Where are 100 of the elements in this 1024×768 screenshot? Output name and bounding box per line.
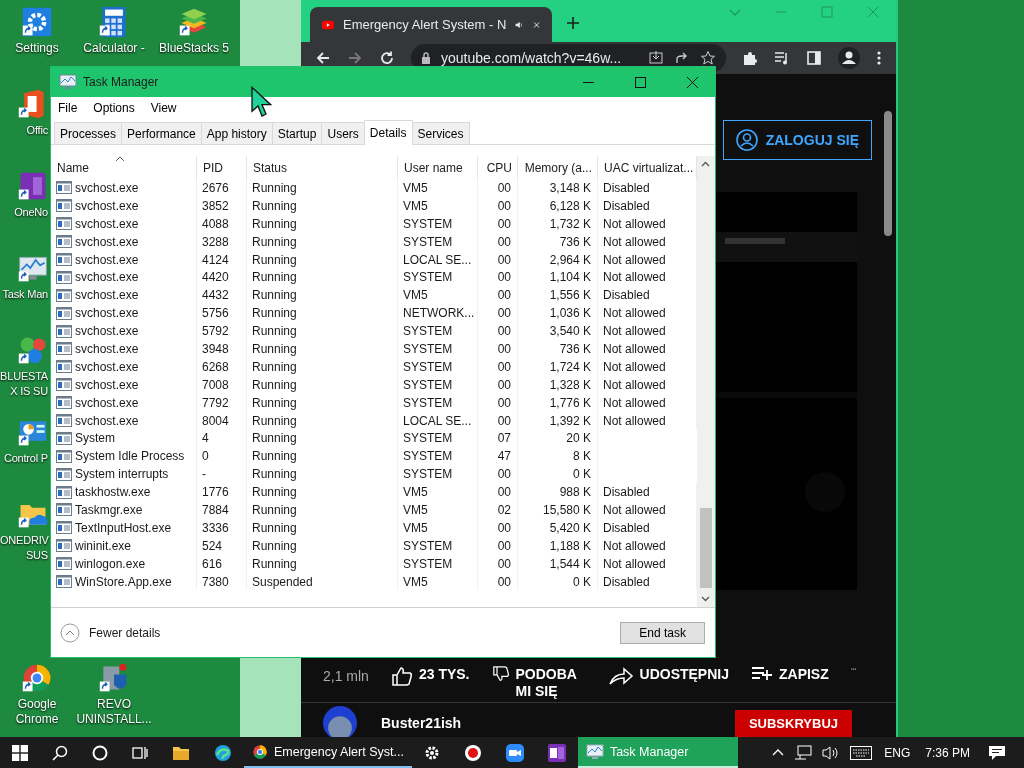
table-cell: VM5 [398,483,478,502]
table-cell: 6268 [197,357,247,376]
keyboard-icon[interactable] [850,745,873,760]
window-icon [56,199,72,213]
column-header[interactable]: PID [197,156,247,179]
window-icon [56,342,72,356]
thumbs-down-icon [491,666,510,682]
table-cell: 00 [478,286,518,305]
table-cell: Running [247,375,398,394]
fewer-details-button[interactable]: Fewer details [60,622,161,643]
windows-start-icon[interactable] [12,744,28,761]
window-icon [56,253,72,266]
table-cell: Running [247,340,398,358]
share-button[interactable]: UDOSTĘPNIJ [607,666,729,686]
subscribe-button[interactable]: SUBSKRYBUJ [734,709,852,737]
table-cell: 00 [478,268,518,287]
circle-icon[interactable] [92,744,108,761]
column-header[interactable]: Memory (a... [518,156,598,179]
language-indicator[interactable]: ENG [884,745,911,760]
like-button[interactable]: 23 TYS. [390,666,470,686]
column-header[interactable]: CPU [478,156,518,179]
table-cell: 1,776 K [518,393,598,412]
scrollbar-thumb[interactable] [700,508,712,588]
install-icon[interactable] [648,50,664,66]
window-icon [56,324,72,338]
table-cell: 4 [197,429,247,448]
taskbar-app[interactable]: Emergency Alert Syst... [244,737,412,768]
table-cell: 988 K [518,483,598,502]
table-cell: 3336 [197,518,247,537]
process-name: TextInputHost.exe [75,520,172,535]
column-header[interactable]: Status [247,156,398,179]
end-task-button[interactable]: End task [620,621,705,644]
tab[interactable]: Services [411,122,470,144]
menu-item[interactable]: View [150,100,177,115]
profile-icon[interactable] [838,47,860,69]
notification-icon[interactable] [988,744,1006,761]
browser-wave-icon[interactable] [214,743,232,762]
table-cell: VM5 [398,501,478,519]
new-tab-icon[interactable] [566,16,580,30]
forward-arrow-icon[interactable] [347,50,363,66]
browser-icon[interactable] [21,662,53,694]
table-cell: Running [247,322,398,340]
side-panel-icon[interactable] [806,50,822,66]
tab[interactable]: App history [200,122,273,144]
process-name: System interrupts [75,467,169,482]
menu-item[interactable]: File [58,100,78,115]
maximize-icon [634,76,646,88]
tab[interactable]: Performance [121,122,202,144]
table-cell: Running [247,483,398,502]
table-cell: 00 [478,411,518,430]
table-cell: Running [247,286,398,305]
clock[interactable]: 7:36 PM [925,745,970,760]
table-cell: Suspended [247,572,398,591]
table-cell: Running [247,518,398,537]
save-button[interactable]: ZAPISZ [751,666,829,683]
table-cell: 00 [478,572,518,591]
window-icon [56,449,72,463]
star-icon[interactable] [700,50,716,66]
tab[interactable]: Startup [271,122,323,144]
network-icon[interactable] [794,744,813,761]
process-name: svchost.exe [75,180,139,195]
table-cell: Running [247,250,398,269]
table-cell: 00 [478,340,518,358]
table-cell: 3288 [197,232,247,251]
back-arrow-icon[interactable] [315,50,331,66]
record-icon[interactable] [463,743,482,762]
menu-item[interactable]: Options [93,100,135,115]
process-name: winlogon.exe [75,556,146,571]
column-header[interactable]: Name [51,156,197,179]
browser-tab[interactable]: Emergency Alert System - N [310,7,552,42]
folder-icon[interactable] [172,744,190,761]
table-cell: SYSTEM [398,447,478,466]
process-name: svchost.exe [75,324,139,339]
puzzle-icon[interactable] [742,50,758,66]
table-cell: VM5 [398,572,478,591]
process-name: svchost.exe [75,252,139,267]
table-cell: SYSTEM [398,232,478,251]
channel-name[interactable]: Buster21ish [381,715,462,731]
table-cell: 00 [478,232,518,251]
search-icon[interactable] [52,744,68,761]
process-name: WinStore.App.exe [75,574,172,589]
playlist-icon[interactable] [774,50,790,66]
column-header[interactable]: User name [398,156,478,179]
menu-icon[interactable] [876,50,882,66]
speaker-icon[interactable] [822,744,841,761]
gear-icon[interactable] [423,744,440,761]
more-icon[interactable] [850,666,856,672]
reload-icon[interactable] [379,50,395,66]
table-cell: 616 [197,554,247,573]
tab[interactable]: Details [363,120,413,145]
tab[interactable]: Processes [54,122,123,144]
notebook-icon[interactable] [547,743,566,762]
login-button[interactable]: ZALOGUJ SIĘ [722,120,872,160]
icon-label: Task Man [1,287,48,302]
scrollbar-thumb[interactable] [884,111,892,236]
tab[interactable]: Users [321,122,365,144]
window-icon [56,270,72,284]
video-camera-icon[interactable] [505,743,524,762]
dislike-button[interactable]: PODOBA MI SIĘ [491,666,586,700]
task-view-icon[interactable] [132,744,148,761]
